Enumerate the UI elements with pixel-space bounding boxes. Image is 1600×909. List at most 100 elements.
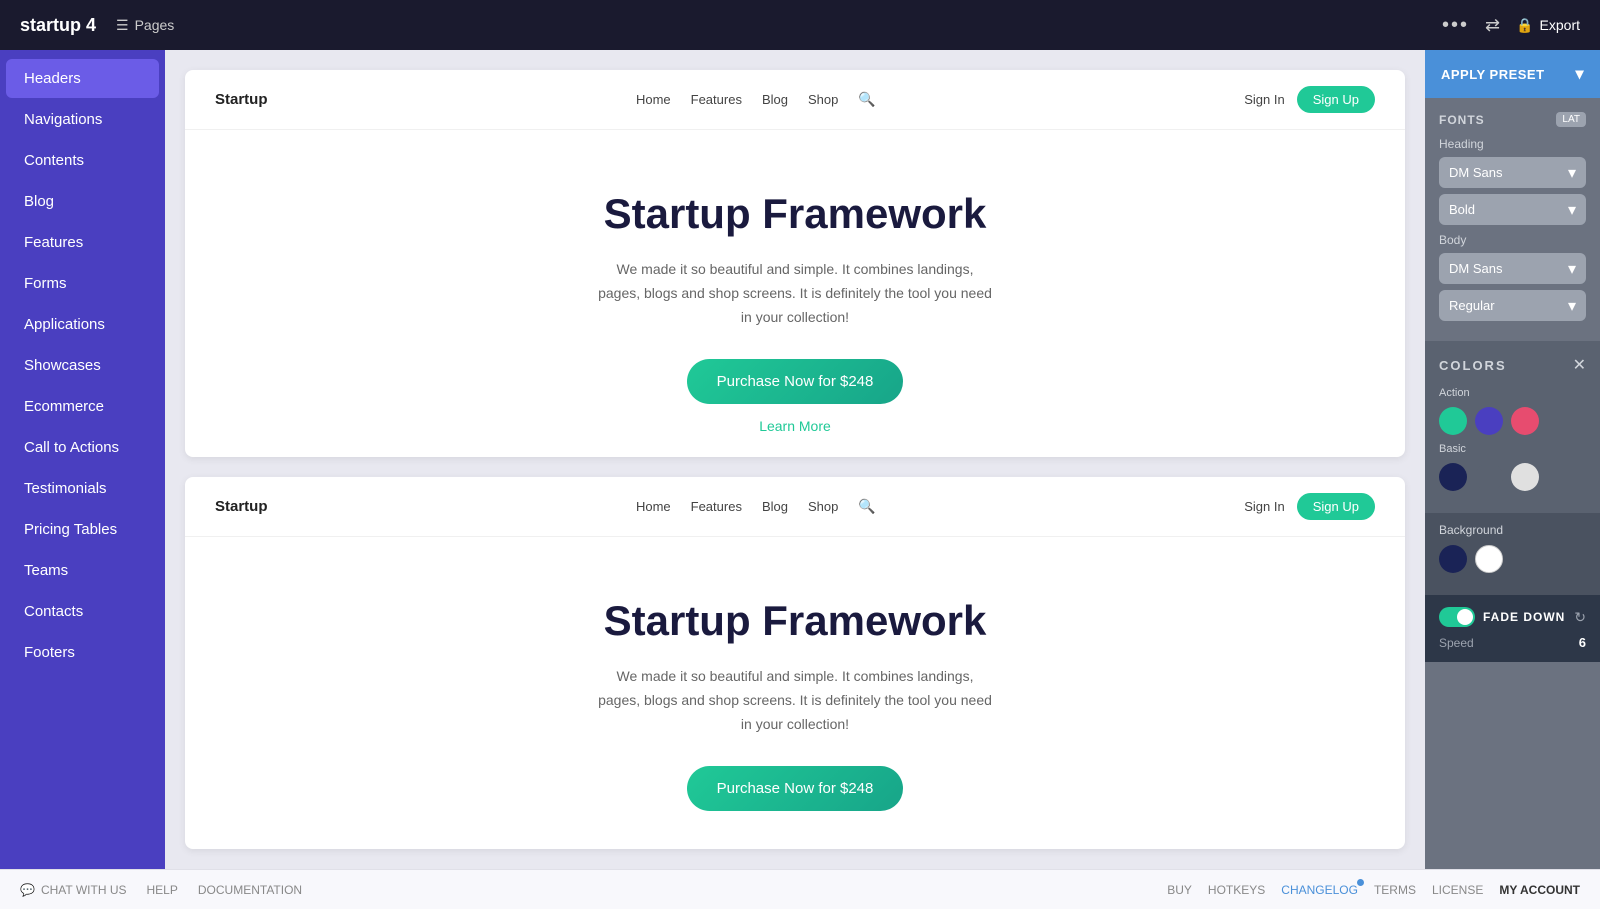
fonts-header: FONTS LAT [1439, 112, 1586, 127]
nav-features-2[interactable]: Features [691, 499, 742, 514]
learn-more-1[interactable]: Learn More [225, 418, 1365, 434]
bottom-left: 💬 CHAT WITH US HELP DOCUMENTATION [20, 883, 302, 897]
preview-area: Startup Home Features Blog Shop 🔍 Sign I… [165, 50, 1425, 869]
sidebar-item-applications[interactable]: Applications [6, 305, 159, 344]
export-button[interactable]: 🔒 Export [1516, 17, 1580, 34]
changelog-dot [1357, 879, 1364, 886]
preview-brand-2: Startup [215, 498, 268, 515]
hero-title-1: Startup Framework [225, 190, 1365, 238]
buy-link[interactable]: BUY [1167, 883, 1192, 897]
my-account-link[interactable]: MY ACCOUNT [1499, 883, 1580, 897]
preview-nav-links-2: Home Features Blog Shop 🔍 [636, 498, 876, 515]
topbar: startup 4 ☰ Pages ••• ⇄ 🔒 Export [0, 0, 1600, 50]
preview-signin-1[interactable]: Sign In [1244, 92, 1284, 107]
hotkeys-link[interactable]: HOTKEYS [1208, 883, 1265, 897]
basic-color-light[interactable] [1511, 463, 1539, 491]
chat-icon: 💬 [20, 883, 35, 897]
right-panel: APPLY PRESET ▾ FONTS LAT Heading DM Sans… [1425, 50, 1600, 869]
action-color-red[interactable] [1511, 407, 1539, 435]
action-color-teal[interactable] [1439, 407, 1467, 435]
sidebar-item-features[interactable]: Features [6, 223, 159, 262]
action-color-purple[interactable] [1475, 407, 1503, 435]
sidebar-item-blog[interactable]: Blog [6, 182, 159, 221]
terms-link[interactable]: TERMS [1374, 883, 1416, 897]
preview-hero-1: Startup Framework We made it so beautifu… [185, 130, 1405, 457]
chat-label: CHAT WITH US [41, 883, 127, 897]
background-swatches [1439, 545, 1586, 573]
license-link[interactable]: LICENSE [1432, 883, 1483, 897]
colors-header: COLORS ✕ [1439, 355, 1586, 375]
speed-label: Speed [1439, 636, 1474, 650]
cta-button-2[interactable]: Purchase Now for $248 [687, 766, 904, 811]
nav-blog-1[interactable]: Blog [762, 92, 788, 107]
search-icon-1[interactable]: 🔍 [858, 91, 875, 108]
lock-icon: 🔒 [1516, 17, 1533, 34]
sidebar-item-cta[interactable]: Call to Actions [6, 428, 159, 467]
sidebar-item-testimonials[interactable]: Testimonials [6, 469, 159, 508]
sidebar-item-footers[interactable]: Footers [6, 633, 159, 672]
nav-features-1[interactable]: Features [691, 92, 742, 107]
bottom-bar: 💬 CHAT WITH US HELP DOCUMENTATION BUY HO… [0, 869, 1600, 909]
hero-desc-2: We made it so beautiful and simple. It c… [595, 665, 995, 736]
fade-toggle-area: FADE DOWN [1439, 607, 1565, 627]
preview-signup-2[interactable]: Sign Up [1297, 493, 1375, 520]
pages-label: Pages [135, 17, 175, 33]
sidebar-item-showcases[interactable]: Showcases [6, 346, 159, 385]
bg-color-white[interactable] [1475, 545, 1503, 573]
sidebar-item-ecommerce[interactable]: Ecommerce [6, 387, 159, 426]
pages-menu[interactable]: ☰ Pages [116, 17, 174, 34]
changelog-link[interactable]: CHANGELOG [1281, 883, 1358, 897]
basic-color-gray[interactable] [1475, 463, 1503, 491]
fade-label: FADE DOWN [1483, 610, 1565, 624]
topbar-left: startup 4 ☰ Pages [20, 15, 174, 36]
changelog-label: CHANGELOG [1281, 883, 1358, 897]
code-toggle-icon[interactable]: ⇄ [1485, 15, 1500, 36]
fonts-badge[interactable]: LAT [1556, 112, 1586, 127]
help-link[interactable]: HELP [147, 883, 178, 897]
bottom-right: BUY HOTKEYS CHANGELOG TERMS LICENSE MY A… [1167, 883, 1580, 897]
colors-title: COLORS [1439, 358, 1507, 373]
nav-shop-1[interactable]: Shop [808, 92, 838, 107]
sidebar-item-teams[interactable]: Teams [6, 551, 159, 590]
sidebar-item-navigations[interactable]: Navigations [6, 100, 159, 139]
sidebar-item-headers[interactable]: Headers [6, 59, 159, 98]
apply-preset-button[interactable]: APPLY PRESET ▾ [1425, 50, 1600, 98]
nav-home-1[interactable]: Home [636, 92, 671, 107]
heading-weight-select[interactable]: Bold [1439, 194, 1586, 225]
preview-navbar-2: Startup Home Features Blog Shop 🔍 Sign I… [185, 477, 1405, 537]
sidebar-item-pricing[interactable]: Pricing Tables [6, 510, 159, 549]
apply-preset-label: APPLY PRESET [1441, 67, 1545, 82]
basic-swatches [1439, 463, 1586, 491]
fade-header: FADE DOWN ↻ [1439, 607, 1586, 627]
chat-button[interactable]: 💬 CHAT WITH US [20, 883, 127, 897]
action-swatches [1439, 407, 1586, 435]
bg-color-dark[interactable] [1439, 545, 1467, 573]
search-icon-2[interactable]: 🔍 [858, 498, 875, 515]
preview-signup-1[interactable]: Sign Up [1297, 86, 1375, 113]
preview-card-1: Startup Home Features Blog Shop 🔍 Sign I… [185, 70, 1405, 457]
sidebar-item-contents[interactable]: Contents [6, 141, 159, 180]
speed-row: Speed 6 [1439, 635, 1586, 650]
refresh-icon[interactable]: ↻ [1574, 609, 1586, 626]
documentation-link[interactable]: DOCUMENTATION [198, 883, 302, 897]
heading-font-select[interactable]: DM Sans [1439, 157, 1586, 188]
nav-blog-2[interactable]: Blog [762, 499, 788, 514]
body-font-select[interactable]: DM Sans [1439, 253, 1586, 284]
preview-signin-2[interactable]: Sign In [1244, 499, 1284, 514]
fade-section: FADE DOWN ↻ Speed 6 [1425, 595, 1600, 662]
more-options-icon[interactable]: ••• [1442, 14, 1469, 37]
heading-weight-select-wrapper: Bold [1439, 194, 1586, 225]
fade-toggle[interactable] [1439, 607, 1475, 627]
nav-shop-2[interactable]: Shop [808, 499, 838, 514]
basic-color-dark[interactable] [1439, 463, 1467, 491]
shuffle-icon[interactable]: ✕ [1573, 355, 1586, 375]
sidebar-item-forms[interactable]: Forms [6, 264, 159, 303]
sidebar-item-contacts[interactable]: Contacts [6, 592, 159, 631]
cta-button-1[interactable]: Purchase Now for $248 [687, 359, 904, 404]
body-weight-select[interactable]: Regular [1439, 290, 1586, 321]
colors-section: COLORS ✕ Action Basic [1425, 341, 1600, 513]
hero-desc-1: We made it so beautiful and simple. It c… [595, 258, 995, 329]
background-label: Background [1439, 523, 1586, 537]
speed-value: 6 [1579, 635, 1586, 650]
nav-home-2[interactable]: Home [636, 499, 671, 514]
